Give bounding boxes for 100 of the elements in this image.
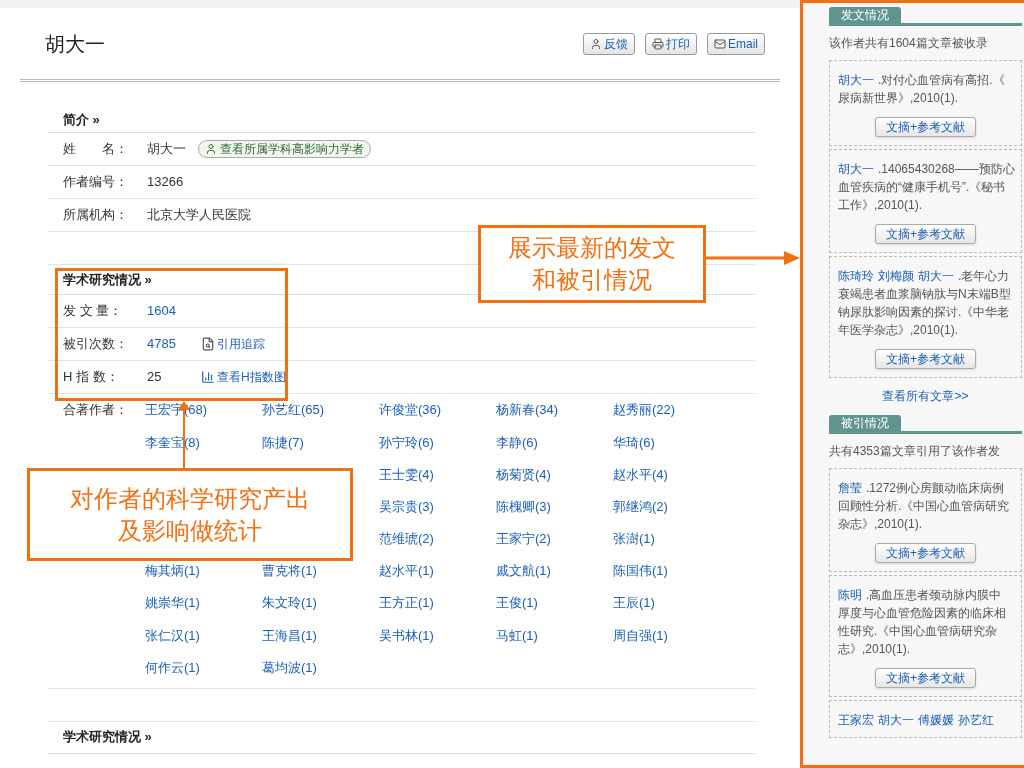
person-icon bbox=[205, 143, 217, 155]
summary-text: 该作者共有1604篇文章被收录 bbox=[829, 35, 989, 52]
author-link[interactable]: 詹莹 bbox=[838, 481, 862, 495]
citation-tracking-link[interactable]: 引用追踪 bbox=[201, 335, 265, 353]
email-button[interactable]: Email bbox=[707, 32, 765, 55]
count-link[interactable]: 4785 bbox=[147, 334, 187, 354]
coauthor-link[interactable]: 吴宗贵(3) bbox=[379, 496, 496, 517]
coauthor-link[interactable]: 许俊堂(36) bbox=[379, 400, 496, 420]
field-value: 13266 bbox=[147, 173, 184, 192]
author-link[interactable]: 胡大一 bbox=[878, 713, 914, 727]
coauthor-link[interactable]: 张仁汉(1) bbox=[145, 625, 262, 646]
coauthor-link[interactable]: 王俊(1) bbox=[496, 593, 613, 613]
coauthor-link[interactable]: 杨菊贤(4) bbox=[496, 464, 613, 485]
author-link[interactable]: 孙艺红 bbox=[958, 713, 994, 727]
coauthor-link[interactable]: 孙艺红(65) bbox=[262, 400, 379, 420]
section-tab[interactable]: 发文情况 bbox=[829, 7, 901, 23]
field-label: 作者编号： bbox=[63, 173, 129, 192]
citation-line: 性研究.《中国心血管病研究杂 bbox=[838, 623, 999, 640]
callout-text: 和被引情况 bbox=[532, 265, 652, 295]
coauthor-link[interactable]: 曹克将(1) bbox=[262, 561, 379, 581]
scholars-badge-link[interactable]: 查看所属学科高影响力学者 bbox=[198, 140, 371, 158]
abstract-references-button[interactable]: 文摘+参考文献 bbox=[875, 543, 976, 563]
author-link[interactable]: 刘梅颜 bbox=[878, 269, 914, 283]
citation-line: .对付心血管病有高招.《 bbox=[878, 73, 1005, 87]
document-icon bbox=[201, 337, 215, 351]
bar-chart-icon bbox=[201, 370, 215, 384]
abstract-references-button[interactable]: 文摘+参考文献 bbox=[875, 668, 976, 688]
coauthor-link[interactable]: 葛均波(1) bbox=[262, 657, 379, 678]
author-link[interactable]: 胡大一 bbox=[838, 162, 874, 176]
coauthor-link[interactable]: 王家宁(2) bbox=[496, 529, 613, 549]
feedback-button[interactable]: 反馈 bbox=[583, 32, 635, 55]
section-tab[interactable]: 被引情况 bbox=[829, 415, 901, 431]
field-label: 被引次数： bbox=[63, 335, 129, 354]
citation-line: .1272例心房颤动临床病例 bbox=[866, 481, 1005, 495]
coauthor-link[interactable]: 范维琥(2) bbox=[379, 529, 496, 549]
h-index-chart-link[interactable]: 查看H指数图 bbox=[201, 368, 286, 386]
coauthor-link[interactable]: 郭继鸿(2) bbox=[613, 496, 730, 517]
author-link[interactable]: 傅媛媛 bbox=[918, 713, 954, 727]
citation-line: .14065430268——预防心 bbox=[878, 162, 1015, 176]
coauthor-link[interactable]: 赵秀丽(22) bbox=[613, 400, 730, 420]
section-heading: 学术研究情况 » bbox=[63, 728, 152, 747]
citation-line: 工作》,2010(1). bbox=[838, 197, 924, 214]
coauthor-link[interactable]: 王海昌(1) bbox=[262, 625, 379, 646]
citation-line: .老年心力 bbox=[958, 269, 1010, 283]
coauthor-link[interactable]: 王方正(1) bbox=[379, 593, 496, 613]
section-heading: 简介 » bbox=[63, 110, 100, 129]
coauthor-link[interactable]: 陈国伟(1) bbox=[613, 561, 730, 581]
field-value: 25 bbox=[147, 368, 163, 387]
coauthor-link[interactable]: 吴书林(1) bbox=[379, 625, 496, 646]
coauthor-link[interactable]: 杨新春(34) bbox=[496, 400, 613, 420]
citation-line: 血管疾病的“健康手机号”.《秘书 bbox=[838, 179, 1007, 196]
section-heading: 学术研究情况 » bbox=[63, 270, 152, 289]
citation-line: 年医学杂志》,2010(1). bbox=[838, 322, 960, 339]
coauthor-link[interactable]: 李静(6) bbox=[496, 432, 613, 453]
coauthor-link[interactable]: 陈槐卿(3) bbox=[496, 496, 613, 517]
coauthor-link[interactable]: 王辰(1) bbox=[613, 593, 730, 613]
citation-line: 厚度与心血管危险因素的临床相 bbox=[838, 605, 1007, 622]
coauthor-link[interactable]: 周自强(1) bbox=[613, 625, 730, 646]
citation-line: 衰竭患者血浆脑钠肽与N末端B型 bbox=[838, 286, 1012, 303]
coauthor-link[interactable]: 孙宁玲(6) bbox=[379, 432, 496, 453]
author-link[interactable]: 胡大一 bbox=[918, 269, 954, 283]
coauthor-link[interactable]: 张澍(1) bbox=[613, 529, 730, 549]
coauthor-link[interactable]: 陈捷(7) bbox=[262, 432, 379, 453]
citation-line: 钠尿肽影响因素的探讨.《中华老 bbox=[838, 304, 1011, 321]
coauthor-link[interactable]: 华琦(6) bbox=[613, 432, 730, 453]
field-label: 合著作者： bbox=[63, 401, 129, 420]
coauthor-link[interactable]: 马虹(1) bbox=[496, 625, 613, 646]
count-link[interactable]: 1604 bbox=[147, 301, 187, 321]
coauthor-link[interactable]: 王士雯(4) bbox=[379, 464, 496, 485]
coauthor-link[interactable]: 赵水平(1) bbox=[379, 561, 496, 581]
summary-text: 共有4353篇文章引用了该作者发 bbox=[829, 443, 1001, 460]
person-icon bbox=[590, 37, 602, 50]
citation-line: 尿病新世界》,2010(1). bbox=[838, 90, 960, 107]
mail-icon bbox=[714, 37, 726, 50]
author-link[interactable]: 陈琦玲 bbox=[838, 269, 874, 283]
abstract-references-button[interactable]: 文摘+参考文献 bbox=[875, 224, 976, 244]
author-link[interactable]: 胡大一 bbox=[838, 73, 874, 87]
field-value: 北京大学人民医院 bbox=[147, 206, 251, 225]
abstract-references-button[interactable]: 文摘+参考文献 bbox=[875, 117, 976, 137]
abstract-references-button[interactable]: 文摘+参考文献 bbox=[875, 349, 976, 369]
citation-line: 杂志》,2010(1). bbox=[838, 516, 924, 533]
author-link[interactable]: 陈明 bbox=[838, 588, 862, 602]
field-label: H 指 数： bbox=[63, 368, 120, 387]
coauthor-link[interactable]: 赵水平(4) bbox=[613, 464, 730, 485]
author-name: 胡大一 bbox=[45, 31, 105, 57]
coauthor-link[interactable]: 姚崇华(1) bbox=[145, 593, 262, 613]
citation-line: 回顾性分析.《中国心血管病研究 bbox=[838, 498, 1011, 515]
citation-line: 志》,2010(1). bbox=[838, 641, 912, 658]
coauthor-link[interactable]: 李奎宝(8) bbox=[145, 432, 262, 453]
coauthor-link[interactable]: 梅其炳(1) bbox=[145, 561, 262, 581]
coauthor-link[interactable]: 朱文玲(1) bbox=[262, 593, 379, 613]
field-label: 所属机构： bbox=[63, 206, 129, 225]
coauthor-link[interactable]: 戚文航(1) bbox=[496, 561, 613, 581]
callout-text: 对作者的科学研究产出 bbox=[70, 483, 310, 514]
citation-line: .高血压患者颈动脉内膜中 bbox=[866, 588, 1002, 602]
author-link[interactable]: 王家宏 bbox=[838, 713, 874, 727]
view-all-link[interactable]: 查看所有文章>> bbox=[882, 387, 969, 405]
coauthor-link[interactable]: 何作云(1) bbox=[145, 657, 262, 678]
callout-text: 展示最新的发文 bbox=[508, 233, 676, 263]
print-button[interactable]: 打印 bbox=[645, 32, 697, 55]
